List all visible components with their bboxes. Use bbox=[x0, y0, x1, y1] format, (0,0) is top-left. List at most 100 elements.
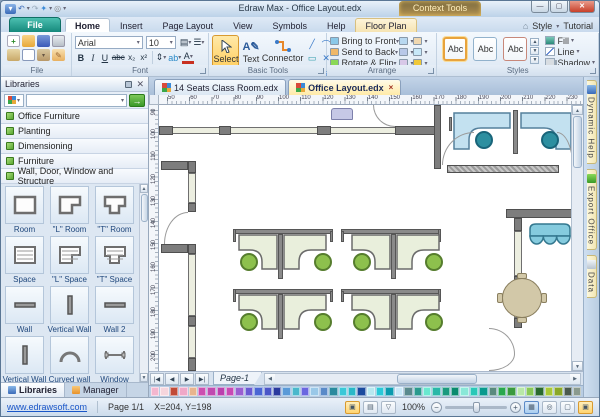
partition[interactable] bbox=[233, 289, 236, 302]
color-swatch[interactable] bbox=[535, 387, 544, 396]
color-swatch[interactable] bbox=[207, 387, 216, 396]
couch[interactable] bbox=[528, 222, 571, 247]
styles-scroll-down-icon[interactable]: ▼ bbox=[530, 47, 540, 55]
panel-tab-manager[interactable]: Manager bbox=[65, 383, 127, 397]
wall[interactable] bbox=[188, 203, 196, 212]
wall[interactable] bbox=[161, 244, 188, 253]
chair-green[interactable] bbox=[240, 313, 258, 331]
drawing-canvas[interactable] bbox=[159, 105, 571, 371]
prev-page-icon[interactable]: ◀ bbox=[165, 372, 179, 385]
color-swatch[interactable] bbox=[357, 387, 366, 396]
shape-thumbnail[interactable] bbox=[50, 286, 89, 324]
partition[interactable] bbox=[449, 117, 452, 131]
wall[interactable] bbox=[188, 244, 196, 254]
window-wall[interactable] bbox=[188, 254, 196, 316]
rectangle-shape-icon[interactable]: ▭ bbox=[306, 52, 319, 65]
group-icon[interactable] bbox=[399, 37, 409, 45]
minimize-button[interactable]: — bbox=[531, 1, 549, 13]
color-swatch[interactable] bbox=[263, 387, 272, 396]
window-wall[interactable] bbox=[514, 231, 522, 276]
library-go-button[interactable]: → bbox=[129, 93, 145, 107]
category-wall-door-window-and-structure[interactable]: Wall, Door, Window and Structure bbox=[1, 166, 148, 186]
chair-green[interactable] bbox=[240, 253, 258, 271]
window-wall[interactable] bbox=[163, 127, 324, 134]
panel-tab-libraries[interactable]: Libraries bbox=[1, 383, 66, 397]
color-swatch[interactable] bbox=[188, 387, 197, 396]
font-name-select[interactable]: Arial ▾ bbox=[74, 36, 143, 49]
paste-icon[interactable] bbox=[7, 49, 20, 61]
style-swatch-3[interactable]: Abc bbox=[503, 37, 528, 61]
strikethrough-button[interactable]: abc bbox=[111, 51, 126, 64]
color-swatch[interactable] bbox=[151, 387, 160, 396]
tutorial-menu[interactable]: Tutorial bbox=[563, 21, 593, 31]
whole-page-button[interactable]: ▢ bbox=[560, 400, 575, 414]
shape-window[interactable]: Window bbox=[92, 336, 137, 382]
color-swatch[interactable] bbox=[516, 387, 525, 396]
scroll-down-icon[interactable]: ▼ bbox=[572, 361, 583, 371]
wall[interactable] bbox=[514, 218, 522, 231]
normal-view-button[interactable]: ▣ bbox=[344, 400, 360, 414]
distribute-icon[interactable] bbox=[399, 48, 409, 56]
align-icon[interactable] bbox=[413, 37, 423, 45]
library-search-input[interactable]: ▾ bbox=[26, 93, 127, 107]
color-swatch[interactable] bbox=[563, 387, 572, 396]
shape-l-space[interactable]: "L" Space bbox=[47, 236, 92, 284]
tab-symbols[interactable]: Symbols bbox=[262, 18, 317, 32]
shape-t-space[interactable]: "T" Space bbox=[92, 236, 137, 284]
pan-caret-icon[interactable]: ▾ bbox=[49, 4, 52, 14]
tab-home[interactable]: Home bbox=[65, 18, 111, 32]
wall[interactable] bbox=[506, 209, 571, 218]
undo-icon[interactable]: ↶ bbox=[18, 4, 25, 14]
shape-vertical-wall[interactable]: Vertical Wall bbox=[47, 286, 92, 334]
italic-button[interactable]: I bbox=[87, 51, 99, 64]
wall[interactable] bbox=[188, 316, 196, 326]
partition[interactable] bbox=[233, 229, 236, 242]
shape-thumbnail[interactable] bbox=[95, 236, 134, 274]
last-page-icon[interactable]: ▶| bbox=[195, 372, 209, 385]
color-swatch[interactable] bbox=[526, 387, 535, 396]
color-swatch[interactable] bbox=[460, 387, 469, 396]
color-swatch[interactable] bbox=[385, 387, 394, 396]
align-button[interactable]: ▤ ▾ bbox=[179, 36, 193, 49]
partition[interactable] bbox=[330, 231, 333, 242]
next-page-icon[interactable]: ▶ bbox=[180, 372, 194, 385]
shape-room[interactable]: Room bbox=[2, 186, 47, 234]
side-tab-export-office[interactable]: Export Office bbox=[586, 168, 597, 250]
color-swatch[interactable] bbox=[376, 387, 385, 396]
zoom-tool-icon[interactable]: ◎ bbox=[54, 4, 61, 14]
shape-thumbnail[interactable] bbox=[5, 286, 44, 324]
tab-insert[interactable]: Insert bbox=[110, 18, 153, 32]
pan-icon[interactable]: ✦ bbox=[40, 4, 47, 14]
shape-thumbnail[interactable] bbox=[50, 186, 89, 224]
side-tab-data[interactable]: Data bbox=[586, 254, 597, 298]
underline-button[interactable]: U bbox=[99, 51, 111, 64]
color-swatch[interactable] bbox=[366, 387, 375, 396]
wall[interactable] bbox=[188, 161, 196, 173]
close-tab-icon[interactable]: × bbox=[389, 83, 394, 92]
color-swatch[interactable] bbox=[497, 387, 507, 396]
wall[interactable] bbox=[434, 105, 441, 169]
shape-thumbnail[interactable] bbox=[5, 236, 44, 274]
new-document-icon[interactable]: + bbox=[7, 35, 20, 47]
save-icon[interactable]: ▾ bbox=[5, 4, 16, 14]
window-wall[interactable] bbox=[328, 127, 398, 134]
undo-caret-icon[interactable]: ▾ bbox=[27, 4, 30, 14]
scroll-down-icon[interactable]: ▼ bbox=[140, 373, 148, 382]
pin-icon[interactable] bbox=[125, 80, 133, 88]
shape-grid-scrollbar[interactable]: ▲ ▼ bbox=[139, 184, 148, 382]
color-swatch[interactable] bbox=[479, 387, 488, 396]
color-swatch[interactable] bbox=[413, 387, 422, 396]
color-swatch[interactable] bbox=[338, 387, 347, 396]
color-swatch[interactable] bbox=[310, 387, 319, 396]
dropdown-caret-icon[interactable]: ▾ bbox=[395, 49, 398, 56]
highlight-button[interactable]: ab ▾ bbox=[167, 51, 182, 64]
line-spacing-button[interactable]: ⇕ ▾ bbox=[155, 51, 168, 64]
styles-more-icon[interactable]: ▼ bbox=[530, 56, 540, 64]
style-swatch-2[interactable]: Abc bbox=[473, 37, 498, 61]
dropdown-caret-icon[interactable]: ▾ bbox=[424, 38, 427, 45]
tab-help[interactable]: Help bbox=[317, 18, 356, 32]
tab-view[interactable]: View bbox=[223, 18, 262, 32]
color-swatch[interactable] bbox=[291, 387, 300, 396]
color-swatch[interactable] bbox=[404, 387, 413, 396]
page-tab[interactable]: Page-1 bbox=[213, 372, 262, 385]
